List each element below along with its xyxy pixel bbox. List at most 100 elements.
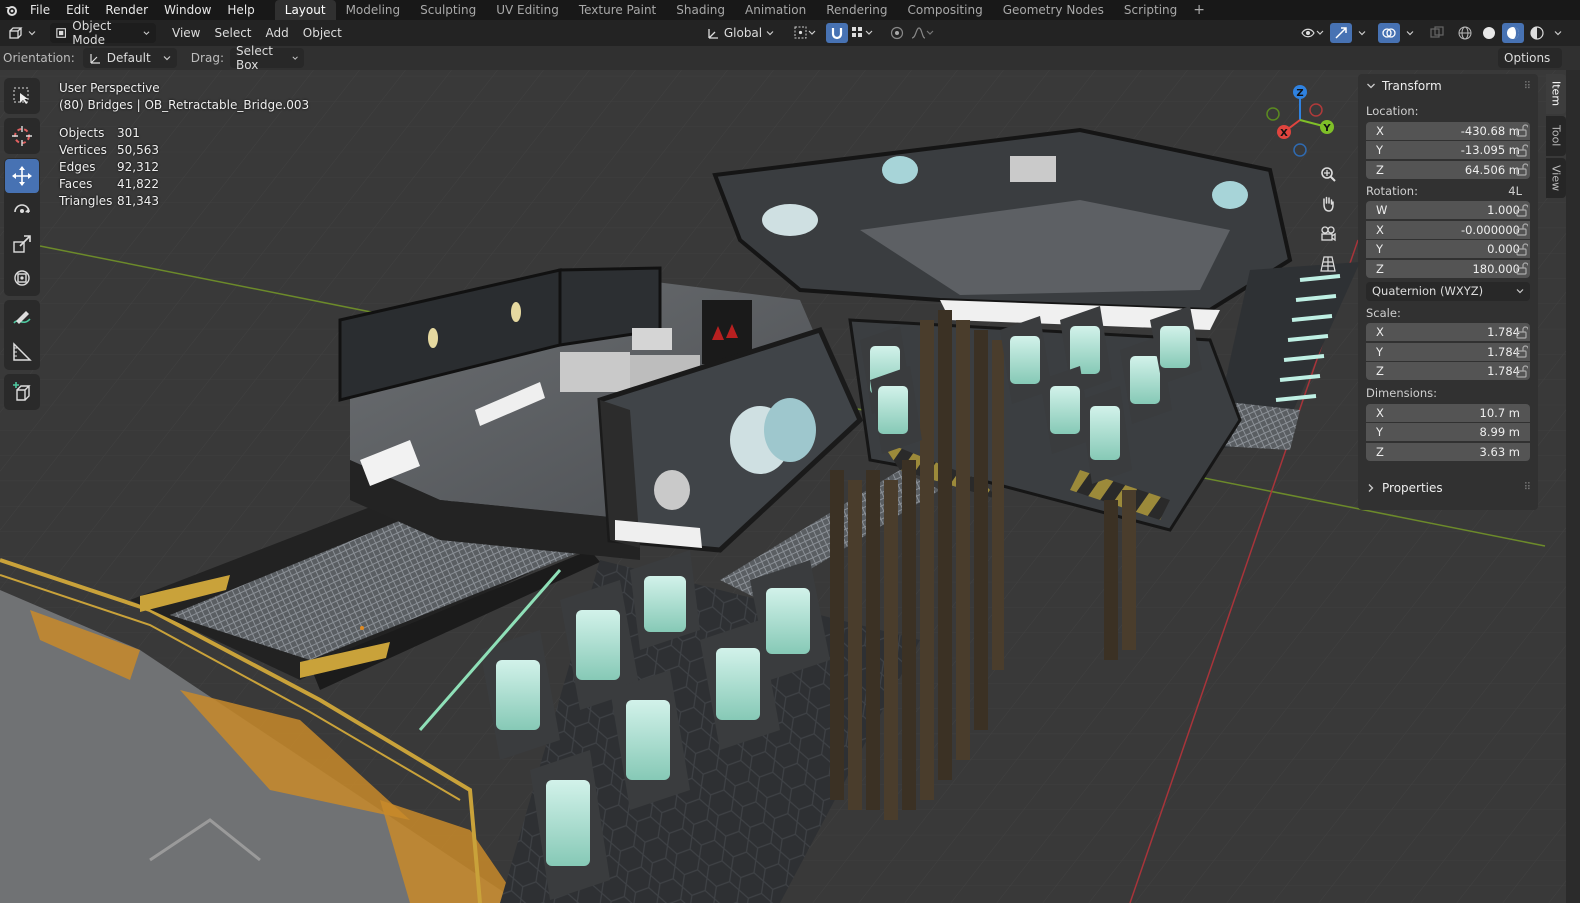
location-y-field[interactable]: Y -13.095 m: [1366, 141, 1530, 160]
scale-z-field[interactable]: Z 1.784: [1366, 362, 1530, 381]
editor-type-dropdown[interactable]: [2, 23, 42, 43]
proportional-editing-toggle[interactable]: [886, 23, 908, 43]
tab-rendering[interactable]: Rendering: [816, 0, 897, 20]
move-tool[interactable]: [5, 159, 39, 193]
rendered-sphere-icon: [1530, 26, 1544, 40]
negative-x-handle[interactable]: [1309, 103, 1323, 117]
rotate-tool[interactable]: [5, 193, 39, 227]
tab-texture-paint[interactable]: Texture Paint: [569, 0, 666, 20]
tab-layout[interactable]: Layout: [274, 0, 336, 20]
menu-file[interactable]: File: [22, 0, 58, 20]
menu-help[interactable]: Help: [219, 0, 262, 20]
visibility-dropdown[interactable]: [1298, 23, 1328, 43]
dimensions-x-field[interactable]: X 10.7 m: [1366, 403, 1530, 422]
rotation-mode-dropdown[interactable]: Quaternion (WXYZ): [1366, 281, 1530, 301]
xray-toggle[interactable]: [1426, 23, 1448, 43]
select-box-tool[interactable]: [5, 79, 39, 113]
rotation-x-field[interactable]: X -0.000000: [1366, 220, 1530, 239]
menu-edit[interactable]: Edit: [58, 0, 97, 20]
menu-window[interactable]: Window: [156, 0, 219, 20]
cursor-tool[interactable]: [5, 119, 39, 153]
scale-y-field[interactable]: Y 1.784: [1366, 342, 1530, 361]
unlocked-icon[interactable]: [1516, 364, 1528, 378]
scale-x-field[interactable]: X 1.784: [1366, 323, 1530, 342]
mode-dropdown[interactable]: Object Mode: [50, 19, 156, 47]
viewport-header: Object Mode View Select Add Object Globa…: [0, 19, 1580, 47]
overlays-toggle[interactable]: [1378, 23, 1400, 43]
shading-options-dropdown[interactable]: [1550, 23, 1566, 43]
unlocked-icon[interactable]: [1516, 203, 1528, 217]
navigation-gizmo[interactable]: Z X Y: [1262, 82, 1338, 158]
orientation-default-dropdown[interactable]: Default: [82, 48, 177, 68]
menu-view[interactable]: View: [166, 23, 206, 43]
camera-view-button[interactable]: [1314, 222, 1342, 246]
proportional-falloff-dropdown[interactable]: [908, 23, 938, 43]
snap-target-dropdown[interactable]: [848, 23, 878, 43]
tab-item[interactable]: Item: [1546, 74, 1566, 114]
unlocked-icon[interactable]: [1516, 143, 1528, 157]
unlocked-icon[interactable]: [1516, 262, 1528, 275]
active-object-info: (80) Bridges | OB_Retractable_Bridge.003: [59, 98, 310, 112]
menu-render[interactable]: Render: [97, 0, 156, 20]
snap-toggle[interactable]: [826, 23, 849, 43]
transform-orientation-dropdown[interactable]: Global: [700, 23, 780, 43]
shading-material-preview[interactable]: [1502, 23, 1524, 43]
tab-sculpting[interactable]: Sculpting: [410, 0, 486, 20]
menu-add[interactable]: Add: [260, 23, 295, 43]
unlocked-icon[interactable]: [1516, 163, 1528, 176]
drag-handle-icon[interactable]: ⠿: [1524, 81, 1531, 92]
dimensions-y-field[interactable]: Y 8.99 m: [1366, 423, 1530, 442]
negative-z-handle[interactable]: [1293, 143, 1307, 157]
menu-object[interactable]: Object: [297, 23, 348, 43]
tab-uv-editing[interactable]: UV Editing: [486, 0, 569, 20]
tab-tool[interactable]: Tool: [1546, 116, 1566, 156]
gizmo-options-dropdown[interactable]: [1354, 23, 1370, 43]
scale-tool[interactable]: [5, 227, 39, 261]
shading-rendered[interactable]: [1526, 23, 1548, 43]
measure-tool[interactable]: [5, 335, 39, 369]
annotate-tool[interactable]: [5, 301, 39, 335]
zoom-button[interactable]: [1314, 162, 1342, 186]
unlocked-icon[interactable]: [1516, 223, 1528, 236]
negative-y-handle[interactable]: [1266, 107, 1280, 121]
tab-scripting[interactable]: Scripting: [1114, 0, 1187, 20]
dimensions-z-field[interactable]: Z 3.63 m: [1366, 442, 1530, 461]
3d-viewport[interactable]: User Perspective (80) Bridges | OB_Retra…: [0, 70, 1580, 903]
properties-panel-header[interactable]: Properties ⠿: [1358, 476, 1538, 500]
tab-view[interactable]: View: [1546, 158, 1566, 198]
pan-button[interactable]: [1314, 192, 1342, 216]
axis-label: Y: [1376, 344, 1384, 359]
drag-handle-icon[interactable]: ⠿: [1524, 482, 1531, 493]
tab-modeling[interactable]: Modeling: [336, 0, 411, 20]
tab-animation[interactable]: Animation: [735, 0, 816, 20]
scale-x-row: X 1.784: [1358, 323, 1538, 343]
gizmo-toggle[interactable]: [1330, 23, 1352, 43]
rotation-w-field[interactable]: W 1.000: [1366, 201, 1530, 220]
location-x-field[interactable]: X -430.68 m: [1366, 121, 1530, 140]
add-cube-tool[interactable]: [5, 375, 39, 409]
rotation-y-field[interactable]: Y 0.000: [1366, 240, 1530, 259]
transform-panel-header[interactable]: Transform ⠿: [1358, 74, 1538, 98]
unlocked-icon[interactable]: [1516, 345, 1528, 358]
perspective-toggle-button[interactable]: [1314, 252, 1342, 276]
rotation-4l-toggle[interactable]: 4L: [1508, 182, 1522, 201]
tab-geometry-nodes[interactable]: Geometry Nodes: [993, 0, 1114, 20]
options-dropdown[interactable]: Options: [1498, 48, 1562, 68]
shading-solid[interactable]: [1478, 23, 1500, 43]
drag-select-dropdown[interactable]: Select Box: [229, 44, 304, 72]
shading-wireframe[interactable]: [1454, 23, 1476, 43]
rotation-z-field[interactable]: Z 180.000: [1366, 259, 1530, 278]
menu-select[interactable]: Select: [208, 23, 257, 43]
blender-logo-icon[interactable]: [0, 0, 22, 20]
axis-label: X: [1376, 123, 1384, 138]
tab-shading[interactable]: Shading: [666, 0, 735, 20]
unlocked-icon[interactable]: [1516, 124, 1528, 137]
unlocked-icon[interactable]: [1516, 242, 1528, 256]
pivot-point-dropdown[interactable]: [790, 23, 820, 43]
location-z-field[interactable]: Z 64.506 m: [1366, 160, 1530, 179]
add-workspace-icon[interactable]: +: [1187, 2, 1211, 18]
tab-compositing[interactable]: Compositing: [897, 0, 992, 20]
unlocked-icon[interactable]: [1516, 325, 1528, 339]
overlays-options-dropdown[interactable]: [1402, 23, 1418, 43]
transform-tool[interactable]: [5, 261, 39, 295]
